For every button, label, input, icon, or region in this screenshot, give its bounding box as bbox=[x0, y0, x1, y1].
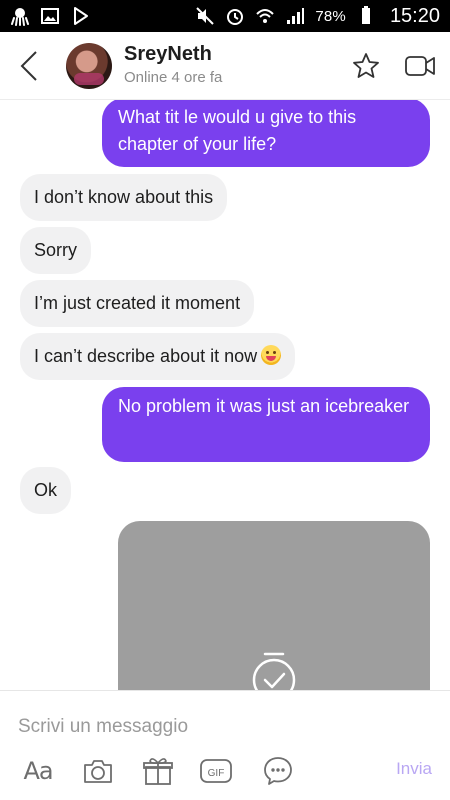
emoji-icon bbox=[264, 757, 292, 785]
mute-icon bbox=[195, 6, 215, 26]
message-input[interactable] bbox=[18, 713, 432, 741]
text-style-icon: Aa bbox=[23, 757, 53, 785]
status-bar-right: 78% 15:20 bbox=[195, 0, 440, 32]
camera-button[interactable] bbox=[78, 751, 118, 791]
gif-button[interactable]: GIF bbox=[196, 751, 236, 791]
text-style-button[interactable]: Aa bbox=[18, 751, 58, 791]
contact-status: Online 4 ore fa bbox=[124, 68, 223, 86]
timer-check-icon bbox=[252, 652, 296, 690]
message-text: I’m just created it moment bbox=[34, 293, 241, 313]
message-text: No problem it was just an icebreaker bbox=[118, 396, 410, 416]
status-bar: 78% 15:20 bbox=[0, 0, 450, 32]
battery-percentage: 78% bbox=[315, 7, 346, 25]
contact-avatar[interactable] bbox=[66, 42, 112, 89]
message-bubble-incoming[interactable]: I can’t describe about it now bbox=[20, 333, 296, 380]
message-bubble-outgoing[interactable]: What tit le would u give to this chapter… bbox=[102, 100, 430, 167]
send-button[interactable]: Invia bbox=[396, 759, 432, 779]
gif-icon: GIF bbox=[200, 759, 232, 783]
video-call-icon bbox=[405, 55, 435, 76]
gif-label: GIF bbox=[208, 768, 225, 779]
message-list[interactable]: What tit le would u give to this chapter… bbox=[0, 100, 450, 690]
message-bubble-incoming[interactable]: I’m just created it moment bbox=[20, 280, 255, 327]
message-text: Sorry bbox=[34, 240, 78, 260]
message-text: I can’t describe about it now bbox=[34, 346, 258, 366]
gift-button[interactable] bbox=[138, 751, 178, 791]
grinning-squint-face-icon bbox=[261, 345, 282, 365]
chat-header: SreyNeth Online 4 ore fa bbox=[0, 32, 450, 100]
message-bubble-incoming[interactable]: I don’t know about this bbox=[20, 174, 228, 221]
status-bar-left bbox=[10, 0, 90, 32]
octopus-icon bbox=[10, 6, 30, 26]
media-message[interactable] bbox=[118, 521, 430, 690]
message-composer: Aa GIF Invia bbox=[0, 690, 450, 800]
contact-name: SreyNeth bbox=[124, 42, 212, 65]
gallery-icon bbox=[40, 6, 60, 26]
clock: 15:20 bbox=[389, 4, 440, 27]
message-bubble-incoming[interactable]: Ok bbox=[20, 467, 72, 514]
composer-toolbar: Aa GIF Invia bbox=[0, 751, 450, 795]
message-text: Ok bbox=[34, 480, 58, 500]
back-icon bbox=[20, 50, 37, 81]
favorite-button[interactable] bbox=[350, 50, 382, 82]
camera-icon bbox=[84, 760, 112, 783]
signal-icon bbox=[285, 6, 305, 26]
message-text: I don’t know about this bbox=[34, 187, 214, 207]
alarm-icon bbox=[225, 6, 245, 26]
video-call-button[interactable] bbox=[404, 50, 436, 82]
gift-icon bbox=[143, 758, 173, 785]
back-button[interactable] bbox=[0, 32, 58, 100]
emoji-button[interactable] bbox=[258, 751, 298, 791]
battery-icon bbox=[356, 6, 376, 26]
wifi-icon bbox=[255, 6, 275, 26]
contact-info[interactable]: SreyNeth Online 4 ore fa bbox=[124, 43, 222, 89]
message-bubble-outgoing[interactable]: No problem it was just an icebreaker bbox=[102, 387, 430, 462]
star-icon bbox=[353, 52, 379, 78]
message-bubble-incoming[interactable]: Sorry bbox=[20, 227, 92, 274]
message-text: What tit le would u give to this chapter… bbox=[118, 107, 357, 154]
header-actions bbox=[350, 50, 450, 82]
play-store-icon bbox=[70, 6, 90, 26]
